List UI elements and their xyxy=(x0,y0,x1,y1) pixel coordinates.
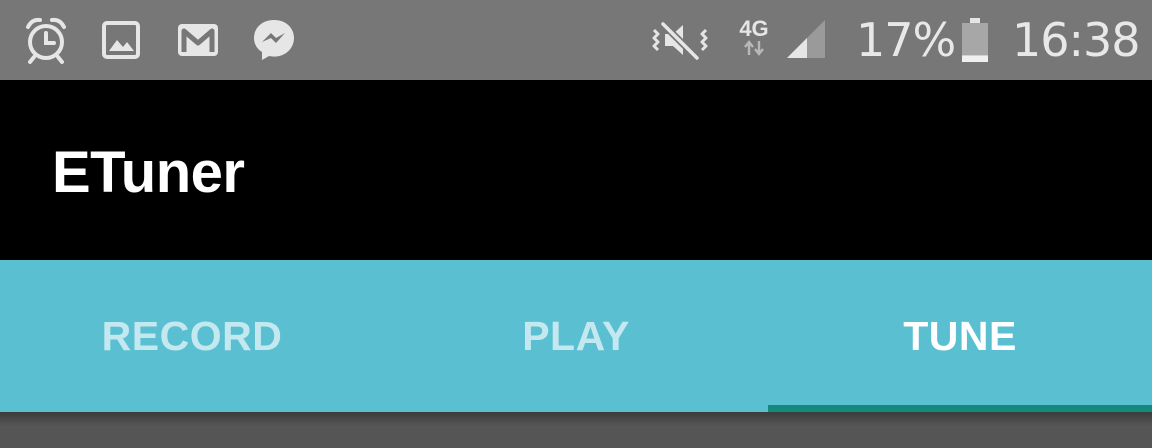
tab-bar: RECORD PLAY TUNE xyxy=(0,260,1152,412)
messenger-icon xyxy=(248,0,300,80)
battery-percent: 17% xyxy=(856,13,956,67)
alarm-icon xyxy=(18,0,74,80)
mute-vibrate-icon xyxy=(648,0,712,80)
battery-icon xyxy=(958,0,992,80)
signal-strength-icon xyxy=(780,0,832,80)
content-area xyxy=(0,412,1152,448)
network-type-indicator: 4G xyxy=(734,0,774,80)
app-title: ETuner xyxy=(52,140,245,205)
selected-tab-indicator xyxy=(768,405,1152,412)
status-bar: 4G 17% 16:38 xyxy=(0,0,1152,80)
network-type-label: 4G xyxy=(739,16,769,41)
tab-tune[interactable]: TUNE xyxy=(768,260,1152,412)
gmail-icon xyxy=(174,0,222,80)
status-time: 16:38 xyxy=(1012,13,1141,67)
data-arrows-icon xyxy=(744,40,764,56)
tab-play[interactable]: PLAY xyxy=(384,260,768,412)
app-bar: ETuner xyxy=(0,80,1152,260)
gallery-icon xyxy=(98,0,144,80)
tab-record[interactable]: RECORD xyxy=(0,260,384,412)
